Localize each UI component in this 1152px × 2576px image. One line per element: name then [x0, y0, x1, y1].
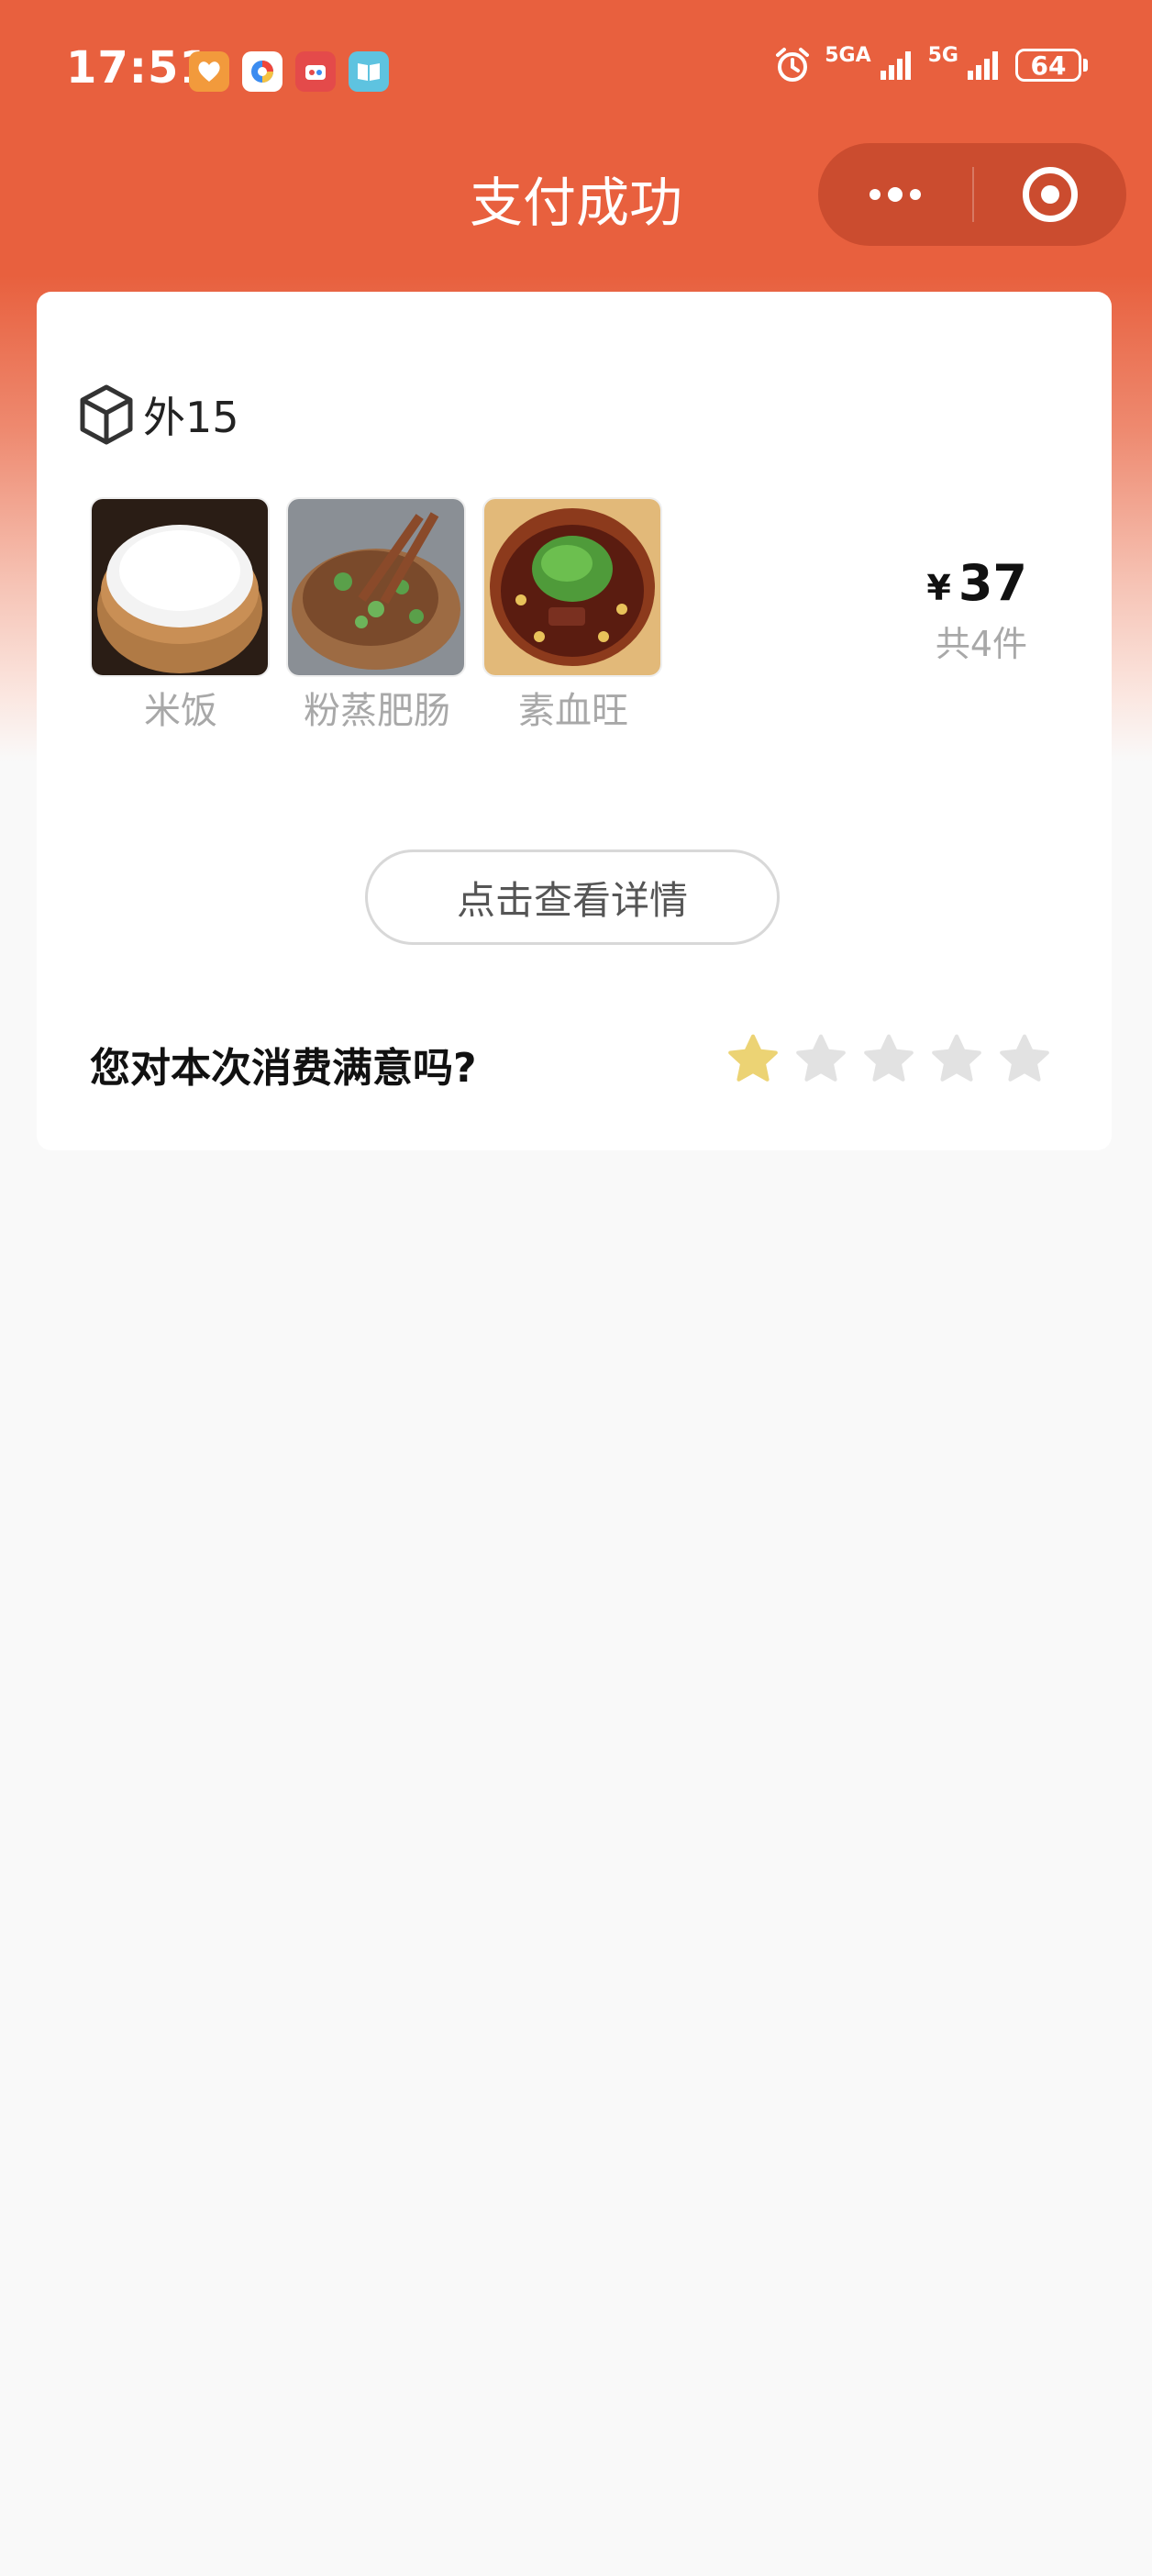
close-mini-program-button[interactable]: [974, 143, 1126, 246]
dish-image-blood-tofu: [482, 497, 662, 677]
dish-name: 粉蒸肥肠: [304, 690, 450, 732]
star-icon[interactable]: [928, 1031, 985, 1088]
more-dots-icon: [870, 189, 881, 200]
dish-image-steamed-intestine: [286, 497, 466, 677]
more-button[interactable]: [818, 143, 972, 246]
target-icon: [1023, 167, 1078, 222]
star-icon[interactable]: [860, 1031, 917, 1088]
status-right-icons: 5GA 5G 64: [773, 46, 1088, 84]
star-icon[interactable]: [725, 1031, 781, 1088]
dish-image-rice: [90, 497, 270, 677]
star-icon[interactable]: [792, 1031, 849, 1088]
signal-2-icon: [968, 51, 998, 80]
star-rating: [725, 1031, 1053, 1088]
signal-1-label: 5GA: [825, 44, 871, 67]
total-price: ¥37: [926, 554, 1027, 612]
price-value: 37: [958, 554, 1027, 612]
currency-symbol: ¥: [926, 568, 951, 608]
item-count: 共4件: [935, 624, 1027, 664]
dish-name: 米饭: [144, 690, 217, 732]
view-details-button[interactable]: 点击查看详情: [365, 849, 780, 945]
colorful-app-icon: [242, 51, 282, 92]
status-bar: 17:51 5GA 5G 64: [0, 0, 1152, 147]
battery-level: 64: [1015, 49, 1081, 82]
heart-app-icon: [189, 51, 229, 92]
price-summary: ¥37 共4件: [926, 554, 1027, 666]
alarm-icon: [776, 48, 810, 82]
signal-2-label: 5G: [927, 44, 958, 67]
notification-icons: [189, 51, 389, 92]
signal-1-icon: [880, 51, 911, 80]
package-box-icon: [80, 384, 133, 445]
order-card: 外15 米饭 粉蒸肥肠 素血旺 ¥ 37 共4件 点击查看详情 您对本次消费满意…: [37, 292, 1112, 1150]
dish-item[interactable]: 米饭: [90, 497, 271, 734]
dish-list: 米饭 粉蒸肥肠 素血旺: [90, 497, 664, 734]
order-number: 外15: [143, 393, 239, 442]
mini-program-capsule: [818, 143, 1126, 246]
battery-icon: 64: [1015, 49, 1088, 82]
order-number-row: 外15: [77, 383, 239, 446]
book-app-icon: [349, 51, 389, 92]
dish-name: 素血旺: [518, 690, 628, 732]
dish-item[interactable]: 粉蒸肥肠: [286, 497, 468, 734]
star-icon[interactable]: [996, 1031, 1053, 1088]
page: 17:51 5GA 5G 64 支付成功 外15 米饭 粉蒸肥肠 素血旺 ¥ 3…: [0, 0, 1152, 2576]
dish-item[interactable]: 素血旺: [482, 497, 664, 734]
rating-question: 您对本次消费满意吗?: [90, 1045, 477, 1092]
game-app-icon: [295, 51, 336, 92]
